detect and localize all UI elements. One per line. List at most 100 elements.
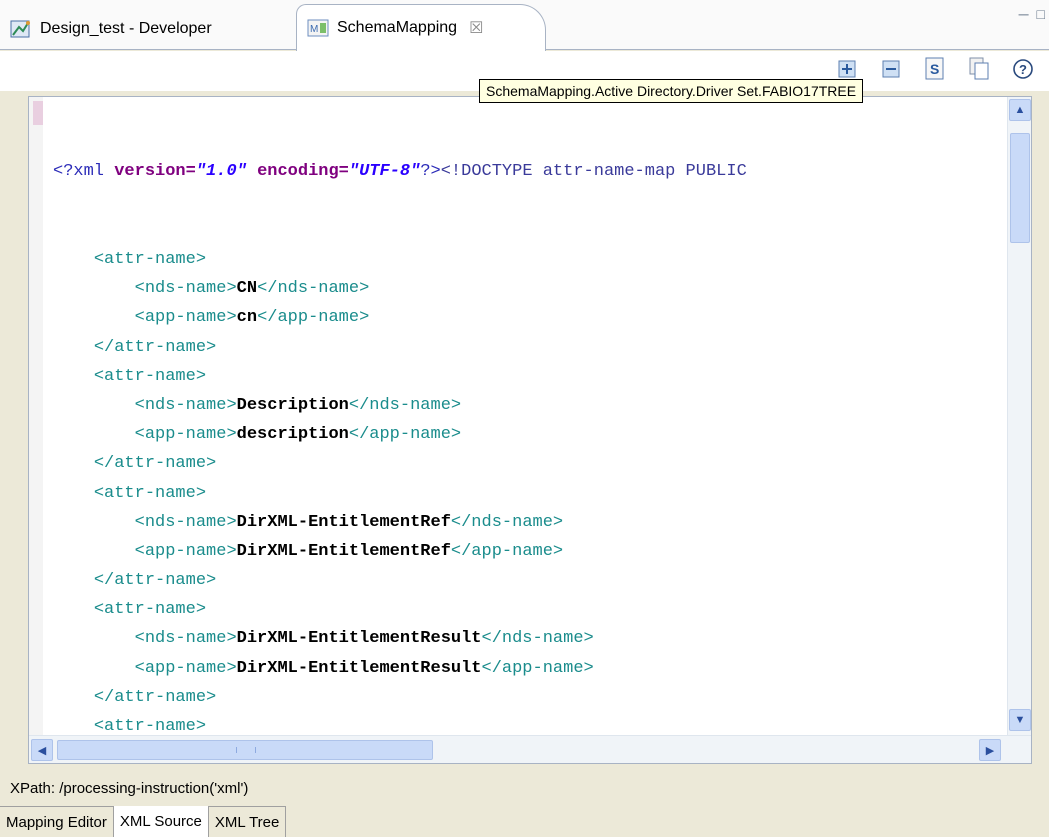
remove-icon[interactable] xyxy=(879,57,903,81)
xml-close-tag: </app-name> xyxy=(450,541,564,561)
tab-xml-source[interactable]: XML Source xyxy=(113,806,209,837)
xml-open-tag: <app-name> xyxy=(134,425,237,445)
vertical-scrollbar[interactable]: ▲ ▼ xyxy=(1007,97,1031,735)
xpath-status: XPath: /processing-instruction('xml') xyxy=(10,780,249,797)
xml-text-value: Description xyxy=(236,395,349,415)
code-area[interactable]: <?xml version="1.0" encoding="UTF-8"?><!… xyxy=(53,99,1005,735)
xml-encoding-attr: encoding= xyxy=(257,162,349,182)
tooltip: SchemaMapping.Active Directory.Driver Se… xyxy=(479,79,864,103)
editor-ruler xyxy=(29,97,43,735)
xml-text-value: description xyxy=(236,425,349,445)
maximize-icon[interactable]: □ xyxy=(1037,6,1045,22)
close-tab-icon[interactable]: ☒ xyxy=(469,18,483,38)
xml-close-tag: </nds-name> xyxy=(348,395,462,415)
code-line: </attr-name> xyxy=(53,449,1005,478)
xml-encoding-value: "UTF-8" xyxy=(348,162,421,182)
window-controls: ─ □ xyxy=(1019,6,1045,22)
code-line: <nds-name>DirXML-EntitlementResult</nds-… xyxy=(53,624,1005,653)
code-line: <nds-name>DirXML-EntitlementRef</nds-nam… xyxy=(53,508,1005,537)
code-line: <app-name>description</app-name> xyxy=(53,420,1005,449)
code-line: <attr-name> xyxy=(53,712,1005,735)
xml-open-tag: <nds-name> xyxy=(134,629,237,649)
code-line: <app-name>DirXML-EntitlementResult</app-… xyxy=(53,654,1005,683)
xml-close-tag: </app-name> xyxy=(348,425,462,445)
help-icon[interactable]: ? xyxy=(1011,57,1035,81)
xml-open-tag: <app-name> xyxy=(134,308,237,328)
tab-schema-mapping-label: SchemaMapping xyxy=(337,19,458,36)
xml-open-tag: <attr-name> xyxy=(93,483,207,503)
xml-open-tag: <nds-name> xyxy=(134,279,237,299)
scroll-right-button[interactable]: ▶ xyxy=(979,739,1001,761)
minimize-icon[interactable]: ─ xyxy=(1019,6,1029,22)
xml-text-value: DirXML-EntitlementRef xyxy=(236,512,451,532)
xml-open-tag: </attr-name> xyxy=(93,454,217,474)
code-line: <app-name>DirXML-EntitlementRef</app-nam… xyxy=(53,537,1005,566)
svg-text:?: ? xyxy=(1019,62,1027,77)
xml-open-tag: <nds-name> xyxy=(134,512,237,532)
xml-close-tag: </nds-name> xyxy=(257,279,370,299)
xml-close-tag: </nds-name> xyxy=(450,512,564,532)
xml-open-tag: <nds-name> xyxy=(134,395,237,415)
doctype-declaration: <!DOCTYPE attr-name-map PUBLIC xyxy=(440,162,747,182)
tab-design-test[interactable]: Design_test - Developer xyxy=(10,8,270,50)
xml-file-icon: M xyxy=(307,18,329,38)
copy-icon[interactable] xyxy=(967,57,991,81)
scroll-left-button[interactable]: ◀ xyxy=(31,739,53,761)
code-line: </attr-name> xyxy=(53,333,1005,362)
svg-text:S: S xyxy=(930,61,939,77)
xml-decl-close: ?> xyxy=(420,162,441,182)
code-line: <attr-name> xyxy=(53,362,1005,391)
xml-open-tag: <attr-name> xyxy=(93,250,207,269)
xml-version-attr: version= xyxy=(114,162,196,182)
vertical-scroll-thumb[interactable] xyxy=(1010,133,1030,243)
code-line: </attr-name> xyxy=(53,683,1005,712)
code-line: <nds-name>CN</nds-name> xyxy=(53,274,1005,303)
add-icon[interactable] xyxy=(835,57,859,81)
editor-mode-tabs: Mapping Editor XML Source XML Tree xyxy=(0,806,287,837)
code-line: </attr-name> xyxy=(53,566,1005,595)
tab-xml-tree[interactable]: XML Tree xyxy=(208,806,287,837)
xml-text-value: DirXML-EntitlementRef xyxy=(236,541,451,561)
code-line: <attr-name> xyxy=(53,479,1005,508)
svg-text:M: M xyxy=(310,24,318,35)
code-line: <nds-name>Description</nds-name> xyxy=(53,391,1005,420)
scroll-up-button[interactable]: ▲ xyxy=(1009,99,1031,121)
xml-text-value: CN xyxy=(236,279,258,299)
horizontal-scrollbar[interactable]: ◀ ▶ xyxy=(29,735,1031,763)
code-line: <attr-name> xyxy=(53,595,1005,624)
tab-mapping-editor[interactable]: Mapping Editor xyxy=(0,806,114,837)
xml-open-tag: <app-name> xyxy=(134,658,237,678)
editor-tab-strip: Design_test - Developer M SchemaMapping … xyxy=(0,0,1049,51)
tab-schema-mapping[interactable]: M SchemaMapping ☒ xyxy=(296,4,546,51)
xml-source-editor[interactable]: <?xml version="1.0" encoding="UTF-8"?><!… xyxy=(28,96,1032,764)
code-line: <attr-name> xyxy=(53,245,1005,274)
designer-perspective-icon xyxy=(10,19,32,39)
xml-open-tag: <attr-name> xyxy=(93,366,207,386)
xml-close-tag: </app-name> xyxy=(257,308,370,328)
horizontal-scroll-thumb[interactable] xyxy=(57,740,433,760)
xml-version-value: "1.0" xyxy=(195,162,247,182)
xml-text-value: cn xyxy=(236,308,258,328)
xml-declaration-line: <?xml version="1.0" encoding="UTF-8"?><!… xyxy=(53,157,1005,186)
schema-icon[interactable]: S xyxy=(923,57,947,81)
xml-decl-open: <?xml xyxy=(53,162,105,182)
xml-text-value: DirXML-EntitlementResult xyxy=(236,629,482,649)
scroll-down-button[interactable]: ▼ xyxy=(1009,709,1031,731)
xml-open-tag: <app-name> xyxy=(134,541,237,561)
xml-open-tag: </attr-name> xyxy=(93,571,217,591)
xml-open-tag: <attr-name> xyxy=(93,600,207,620)
